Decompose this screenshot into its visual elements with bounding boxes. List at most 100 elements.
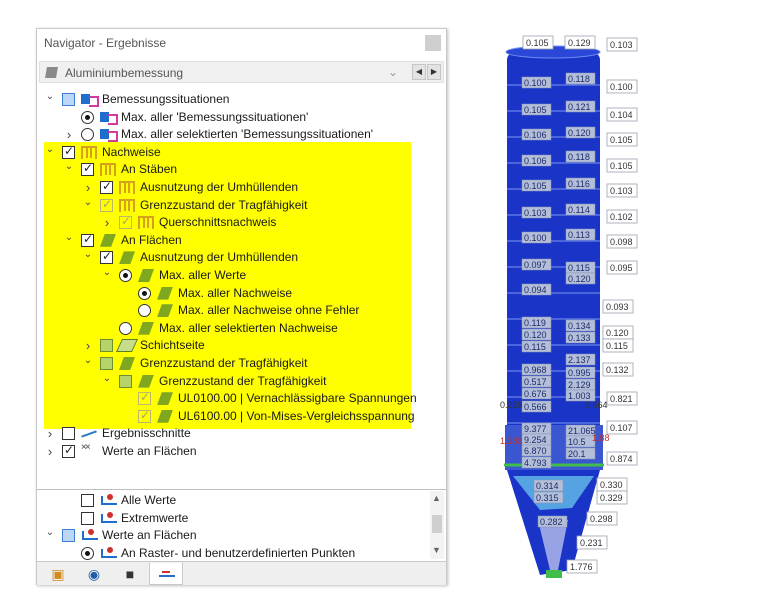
value-label: 0.298: [590, 514, 613, 524]
radio-button[interactable]: [81, 546, 94, 560]
radio-button[interactable]: [119, 269, 132, 282]
video-tab[interactable]: ■: [113, 563, 147, 585]
checkbox[interactable]: [81, 232, 94, 247]
results-tab[interactable]: [149, 563, 183, 585]
tree-row[interactable]: ⌄ Grenzzustand der Tragfähigkeit: [101, 373, 461, 390]
result-value: 20.1: [568, 449, 586, 459]
model-view[interactable]: 0.105 0.129 0.103 0.100 0.104 0.105 0.105 0.103…: [480, 30, 640, 590]
checkbox[interactable]: [100, 357, 113, 370]
radio-button[interactable]: [81, 128, 94, 142]
tree-row[interactable]: › Ausnutzung der Umhüllenden: [82, 179, 442, 196]
checkbox[interactable]: [138, 390, 151, 406]
surface-icon: [157, 286, 173, 300]
layer-icon: [115, 339, 139, 353]
tree-row[interactable]: ⌄ Ausnutzung der Umhüllenden: [82, 249, 442, 266]
expand-open-icon[interactable]: ⌄: [101, 267, 113, 284]
value-label: 0.103: [610, 40, 633, 50]
surface-icon: [119, 357, 135, 370]
checkbox[interactable]: [100, 339, 113, 353]
tree-row[interactable]: ⌄ An Stäben: [63, 161, 423, 178]
vertical-scrollbar[interactable]: ▲ ▼: [430, 491, 444, 559]
checkbox[interactable]: [62, 443, 75, 458]
values-icon: [100, 511, 117, 525]
module-selector[interactable]: Aluminiumbemessung ⌄ ◀ ▶: [39, 61, 444, 83]
tree-row[interactable]: ⌄ Nachweise: [44, 144, 404, 161]
tree-row[interactable]: UL0100.00 | Vernachlässigbare Spannungen: [120, 390, 480, 407]
scroll-down-icon[interactable]: ▼: [432, 545, 441, 555]
checkbox[interactable]: [62, 427, 75, 441]
expand-closed-icon[interactable]: ›: [101, 214, 113, 231]
tree-row[interactable]: ⌄ Bemessungssituationen: [44, 91, 404, 108]
checkbox[interactable]: [100, 197, 113, 212]
chevron-down-icon[interactable]: ⌄: [388, 65, 398, 79]
expand-closed-icon[interactable]: ›: [82, 337, 94, 354]
expand-open-icon[interactable]: ⌄: [101, 373, 113, 390]
tree-row[interactable]: ⌄ An Flächen: [63, 232, 423, 249]
checkbox[interactable]: [81, 161, 94, 177]
checkbox[interactable]: [81, 511, 94, 525]
pane-divider[interactable]: [37, 489, 446, 490]
tree-row-label: Max. aller Nachweise: [178, 285, 293, 300]
tree-row[interactable]: UL6100.00 | Von-Mises-Vergleichsspannung: [120, 408, 480, 425]
tree-row[interactable]: › Werte an Flächen: [44, 442, 404, 460]
tree-row[interactable]: An Raster- und benutzerdefinierten Punkt…: [63, 545, 423, 562]
panel-close-button[interactable]: [425, 35, 441, 51]
value-label: 0.105: [526, 38, 549, 48]
checkbox[interactable]: [119, 374, 132, 388]
scroll-thumb[interactable]: [432, 515, 442, 533]
view-tab[interactable]: ◉: [77, 563, 111, 585]
value-label: 0.129: [568, 38, 591, 48]
tree-row[interactable]: ⌄ Max. aller Werte: [101, 267, 461, 284]
value-label: 0.102: [610, 212, 633, 222]
expand-open-icon[interactable]: ⌄: [82, 355, 94, 372]
tree-row[interactable]: Max. aller 'Bemessungssituationen': [63, 109, 423, 126]
expand-open-icon[interactable]: ⌄: [44, 91, 56, 108]
tree-row[interactable]: › Querschnittsnachweis: [101, 214, 461, 231]
tree-row-label: Extremwerte: [121, 510, 189, 525]
data-tab[interactable]: ▣: [41, 563, 75, 585]
checkbox[interactable]: [100, 179, 113, 194]
expand-closed-icon[interactable]: ›: [44, 425, 56, 442]
expand-open-icon[interactable]: ⌄: [82, 249, 94, 266]
tree-row[interactable]: ⌄ Werte an Flächen: [44, 527, 404, 544]
checkbox[interactable]: [62, 144, 75, 159]
radio-button[interactable]: [119, 321, 132, 335]
tree-row[interactable]: ⌄ Grenzzustand der Tragfähigkeit: [82, 197, 442, 214]
tree-row[interactable]: Max. aller Nachweise: [120, 285, 480, 302]
tree-row[interactable]: Alle Werte: [63, 492, 423, 509]
expand-open-icon[interactable]: ⌄: [44, 527, 56, 544]
expand-closed-icon[interactable]: ›: [63, 126, 75, 143]
expand-open-icon[interactable]: ⌄: [63, 161, 75, 178]
value-label: 0.103: [610, 186, 633, 196]
tree-row[interactable]: › Max. aller selektierten 'Bemessungssitu…: [63, 126, 423, 143]
tree-row[interactable]: Extremwerte: [63, 510, 423, 527]
next-module-button[interactable]: ▶: [427, 64, 441, 80]
tree-row[interactable]: Max. aller selektierten Nachweise: [101, 320, 461, 337]
tree-row[interactable]: ⌄ Grenzzustand der Tragfähigkeit: [82, 355, 442, 372]
expand-open-icon[interactable]: ⌄: [82, 197, 94, 214]
tree-row-label: UL6100.00 | Von-Mises-Vergleichsspannung: [178, 408, 415, 423]
checkbox[interactable]: [62, 529, 75, 543]
value-label: 0.098: [610, 237, 633, 247]
tree-row[interactable]: › Schichtseite: [82, 337, 442, 354]
result-value: 0.115: [568, 263, 590, 273]
checkbox[interactable]: [62, 93, 75, 106]
value-label: 1.776: [570, 562, 593, 572]
expand-open-icon[interactable]: ⌄: [63, 232, 75, 249]
tree-row[interactable]: › Ergebnisschnitte: [44, 425, 404, 442]
scroll-up-icon[interactable]: ▲: [432, 493, 441, 503]
value-label: 0.100: [610, 82, 633, 92]
radio-button[interactable]: [81, 110, 94, 124]
radio-button[interactable]: [138, 286, 151, 300]
previous-module-button[interactable]: ◀: [412, 64, 426, 80]
radio-button[interactable]: [138, 304, 151, 318]
expand-open-icon[interactable]: ⌄: [44, 144, 56, 161]
checkbox[interactable]: [119, 214, 132, 230]
checkbox[interactable]: [81, 494, 94, 507]
edge-value: 0.564: [585, 400, 608, 410]
checkbox[interactable]: [100, 249, 113, 265]
expand-closed-icon[interactable]: ›: [82, 179, 94, 196]
checkbox[interactable]: [138, 408, 151, 423]
tree-row[interactable]: Max. aller Nachweise ohne Fehler: [120, 302, 480, 319]
expand-closed-icon[interactable]: ›: [44, 443, 56, 460]
